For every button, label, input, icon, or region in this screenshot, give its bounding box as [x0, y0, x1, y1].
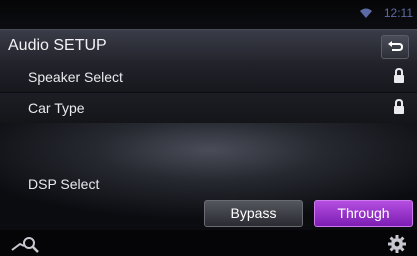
- gear-icon[interactable]: [387, 234, 407, 254]
- search-icon[interactable]: [8, 234, 42, 254]
- speaker-select-label: Speaker Select: [28, 69, 123, 85]
- back-button[interactable]: [381, 35, 409, 59]
- title-bar: Audio SETUP: [0, 29, 417, 63]
- bottom-bar: [0, 230, 417, 256]
- lock-icon: [394, 99, 404, 114]
- speaker-select-row[interactable]: Speaker Select: [0, 62, 417, 93]
- status-bar: 12:11: [0, 0, 417, 28]
- clock: 12:11: [383, 6, 413, 20]
- bypass-button[interactable]: Bypass: [204, 200, 303, 227]
- car-type-label: Car Type: [28, 100, 85, 116]
- back-return-icon: [388, 41, 404, 51]
- dsp-select-label: DSP Select: [28, 176, 100, 192]
- page-title: Audio SETUP: [8, 37, 107, 54]
- car-type-row[interactable]: Car Type: [0, 93, 417, 123]
- wifi-icon: [360, 8, 372, 18]
- through-button[interactable]: Through: [314, 200, 413, 227]
- screen: 12:11 Audio SETUP Speaker Select Car Typ…: [0, 0, 417, 256]
- lock-icon: [394, 68, 404, 83]
